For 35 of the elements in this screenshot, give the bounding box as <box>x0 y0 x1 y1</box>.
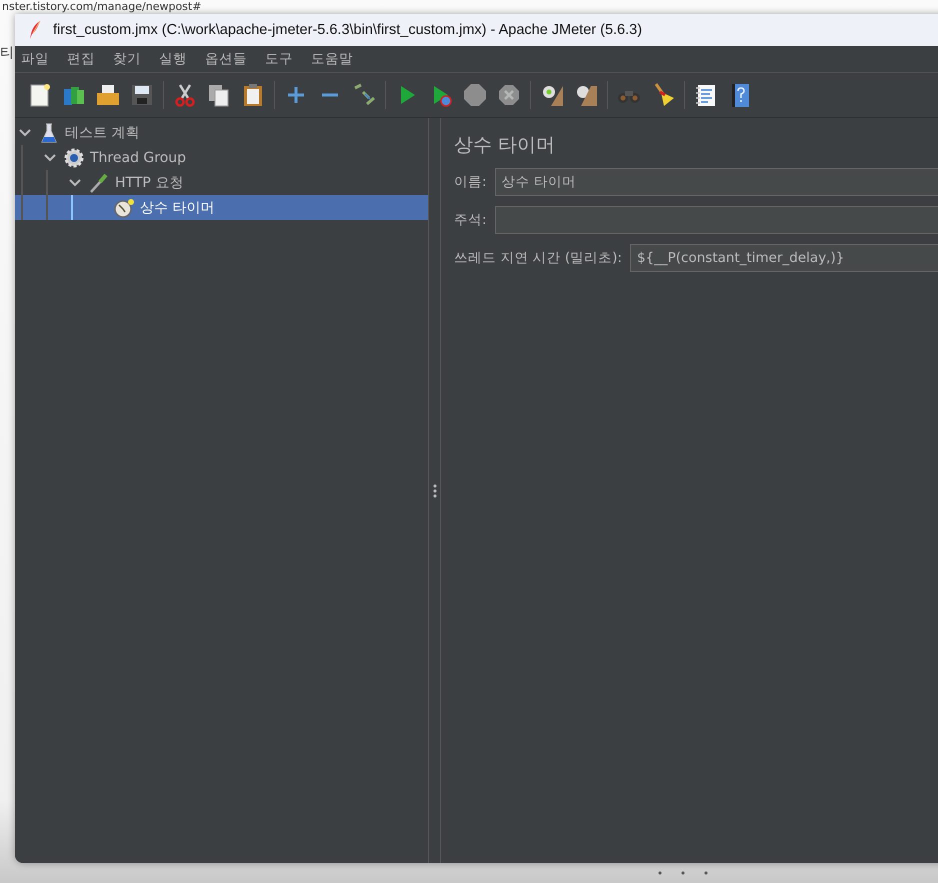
menu-item[interactable]: 실행 <box>155 50 195 68</box>
field-label: 쓰레드 지연 시간 (밀리초): <box>454 249 622 267</box>
gear-icon <box>63 146 85 168</box>
shutdown-icon <box>496 82 522 108</box>
field-label: 주석: <box>454 211 487 229</box>
window-title: first_custom.jmx (C:\work\apache-jmeter-5.6.3\bin\first_custom.jmx) - Apache JMeter (5.6.3) <box>53 22 642 38</box>
field-label: 이름: <box>454 173 487 191</box>
drag-handle-icon[interactable] <box>432 484 436 498</box>
input-field[interactable]: ${__P(constant_timer_delay,)} <box>630 244 938 272</box>
tree-label: 테스트 계획 <box>65 124 140 142</box>
side-label: 티 <box>0 44 14 62</box>
tree-item[interactable]: Thread Group <box>15 145 428 170</box>
tree-item[interactable]: 상수 타이머 <box>15 195 428 220</box>
tree-label: HTTP 요청 <box>115 174 184 192</box>
address-text: nster.tistory.com/manage/newpost# <box>2 0 202 14</box>
open-icon <box>95 82 121 108</box>
remove-icon <box>322 93 338 97</box>
panel-title: 상수 타이머 <box>454 133 556 158</box>
feather-icon <box>29 20 41 40</box>
save-icon <box>129 82 155 108</box>
menu-item[interactable]: 찾기 <box>109 50 149 68</box>
menu-item[interactable]: 편집 <box>63 50 103 68</box>
tree-item[interactable]: HTTP 요청 <box>15 170 428 195</box>
tree-label: 상수 타이머 <box>140 198 214 216</box>
menu-item[interactable]: 도구 <box>261 50 301 68</box>
menu-item[interactable]: 옵션들 <box>201 50 255 68</box>
menu-item[interactable]: 도움말 <box>307 50 361 68</box>
stopwatch-icon <box>113 196 135 218</box>
menu-item[interactable]: 파일 <box>17 50 57 68</box>
tree-label: Thread Group <box>90 150 186 166</box>
tree-item[interactable]: 테스트 계획 <box>15 120 428 145</box>
dropper-icon <box>88 172 110 194</box>
input-field[interactable]: 상수 타이머 <box>494 168 938 196</box>
input-field[interactable] <box>494 206 938 234</box>
stop-icon <box>462 82 488 108</box>
